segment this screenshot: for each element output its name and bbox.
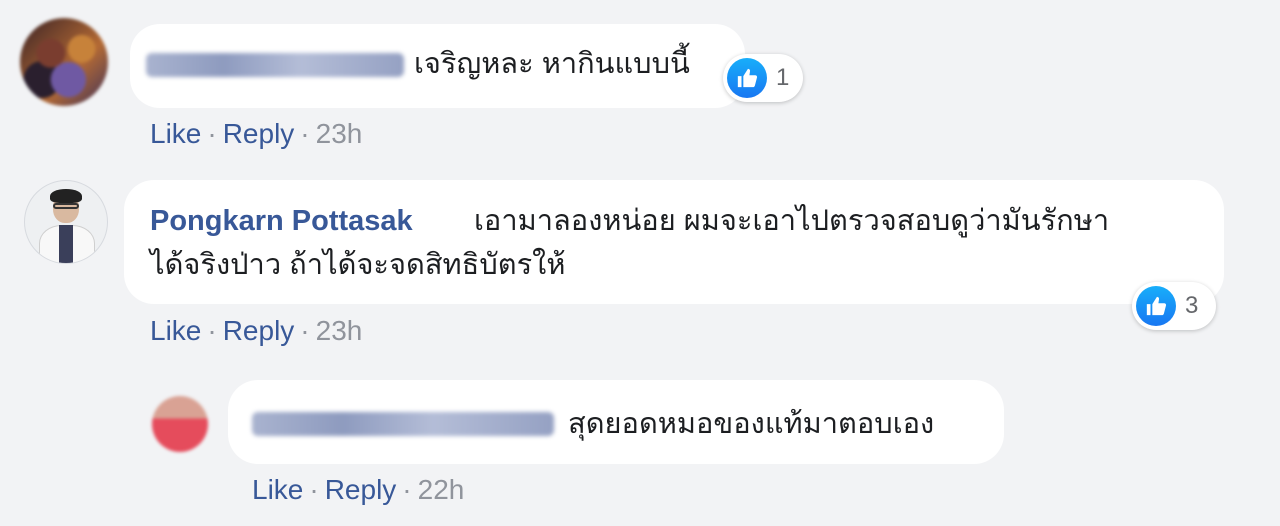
comment-actions: Like · Reply · 23h [150,313,362,349]
comment-text: เจริญหละ หากินแบบนี้ [414,48,690,80]
comment-thread: เจริญหละ หากินแบบนี้ 1 Like · Reply · 23h Po… [0,0,1280,526]
like-link[interactable]: Like [150,118,201,149]
separator-dot: · [309,474,319,505]
comment-text: สุดยอดหมอของแท้มาตอบเอง [568,408,935,440]
separator-dot: · [300,118,310,149]
like-link[interactable]: Like [150,315,201,346]
timestamp[interactable]: 22h [418,474,465,505]
like-thumb-icon [727,58,767,98]
blurred-author-name[interactable] [252,412,554,436]
commenter-avatar[interactable] [20,18,108,106]
comment-text-line2: ได้จริงป่าว ถ้าได้จะจดสิทธิบัตรให้ [150,249,566,281]
commenter-avatar[interactable] [24,180,108,264]
reaction-count: 3 [1185,292,1199,319]
separator-dot: · [402,474,412,505]
separator-dot: · [207,118,217,149]
timestamp[interactable]: 23h [316,118,363,149]
timestamp[interactable]: 23h [316,315,363,346]
reply-link[interactable]: Reply [223,118,295,149]
reply-link[interactable]: Reply [223,315,295,346]
comment-text-line1: เอามาลองหน่อย ผมจะเอาไปตรวจสอบดูว่ามันรั… [474,205,1110,237]
comment-actions: Like · Reply · 23h [150,116,362,152]
comment-bubble [124,180,1224,304]
like-link[interactable]: Like [252,474,303,505]
comment-actions: Like · Reply · 22h [252,472,464,508]
separator-dot: · [207,315,217,346]
reaction-count-badge[interactable]: 3 [1132,282,1216,330]
commenter-avatar[interactable] [152,396,208,452]
reaction-count: 1 [776,64,790,91]
reply-link[interactable]: Reply [325,474,397,505]
like-thumb-icon [1136,286,1176,326]
author-name-link[interactable]: Pongkarn Pottasak [150,201,413,241]
reaction-count-badge[interactable]: 1 [723,54,803,102]
blurred-author-name[interactable] [146,53,404,77]
separator-dot: · [300,315,310,346]
